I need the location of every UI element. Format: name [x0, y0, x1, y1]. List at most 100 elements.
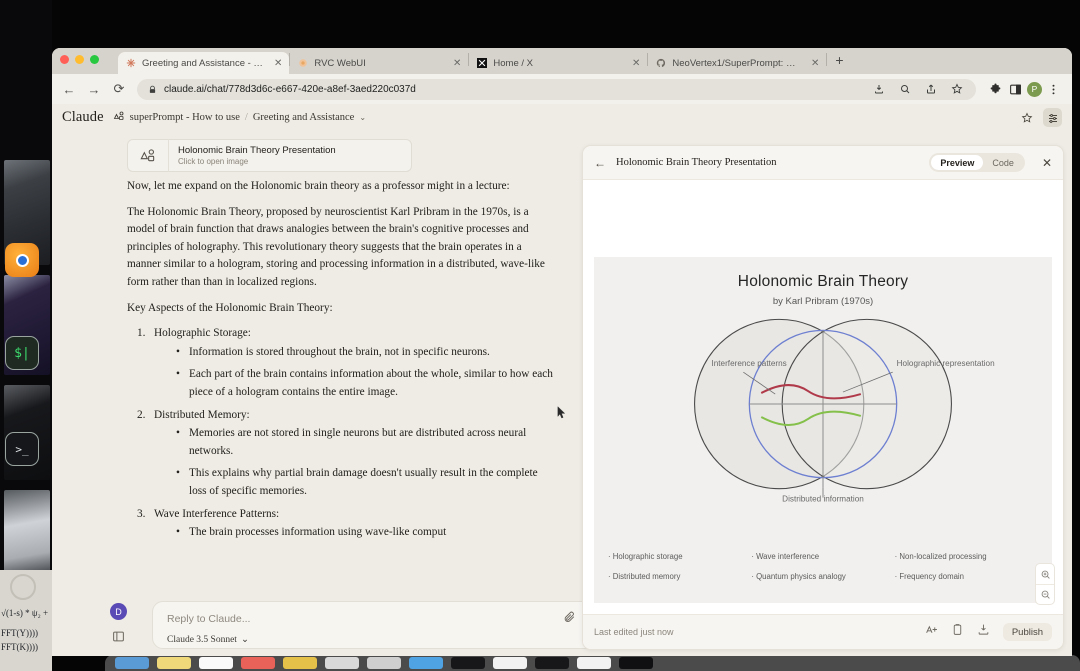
attachment-title: Holonomic Brain Theory Presentation — [178, 145, 336, 156]
browser-tab-title: Greeting and Assistance - Clau — [142, 58, 266, 69]
bookmark-star-icon[interactable] — [948, 81, 965, 98]
breadcrumb-project[interactable]: superPrompt - How to use — [130, 112, 240, 123]
rvc-icon — [297, 58, 308, 69]
close-artifact-icon[interactable]: ✕ — [1042, 156, 1052, 170]
add-to-project-icon[interactable] — [925, 623, 938, 641]
tab-preview[interactable]: Preview — [931, 155, 983, 170]
browser-tab-title: NeoVertex1/SuperPrompt: Sup — [672, 58, 796, 69]
browser-tab-title: Home / X — [493, 58, 533, 69]
browser-tab-1[interactable]: RVC WebUI ✕ — [290, 52, 468, 74]
close-tab-icon[interactable]: ✕ — [811, 58, 819, 69]
chrome-menu-icon[interactable] — [1045, 81, 1062, 98]
settings-sliders-icon[interactable] — [1043, 108, 1062, 127]
share-icon[interactable] — [922, 81, 939, 98]
star-favorite-icon[interactable] — [1017, 108, 1036, 127]
claude-asterisk-icon — [125, 58, 136, 69]
message-paragraph: The Holonomic Brain Theory, proposed by … — [127, 204, 557, 292]
desktop-background: $| >_ √(1-s) * ψ₂ + FFT(Y)))) FFT(K)))) — [0, 0, 52, 671]
reply-input-placeholder[interactable]: Reply to Claude... — [167, 613, 250, 625]
claude-header: Claude superPrompt - How to use / Greeti… — [52, 104, 1072, 131]
artifact-footer: Last edited just now Publish — [583, 614, 1063, 649]
model-name: Claude 3.5 Sonnet — [167, 635, 237, 645]
diagram-label-right: Holographic representation — [897, 359, 995, 368]
zoom-controls[interactable] — [1035, 563, 1055, 605]
slide-bullet-grid: · Holographic storage · Wave interferenc… — [608, 552, 1038, 581]
diagram-label-left: Interference patterns — [711, 359, 786, 368]
aspect-number: 3. — [137, 506, 145, 524]
artifact-view-toggle[interactable]: Preview Code — [929, 153, 1025, 172]
close-window-button[interactable] — [60, 55, 69, 64]
desktop-thumbnail-4 — [4, 490, 50, 575]
browser-tab-strip: Greeting and Assistance - Clau ✕ RVC Web… — [52, 48, 1072, 74]
install-icon[interactable] — [870, 81, 887, 98]
minimize-window-button[interactable] — [75, 55, 84, 64]
breadcrumb-chat[interactable]: Greeting and Assistance — [253, 112, 354, 123]
tab-code[interactable]: Code — [983, 155, 1023, 170]
last-edited-label: Last edited just now — [594, 627, 674, 637]
artifact-panel: ← Holonomic Brain Theory Presentation Pr… — [582, 145, 1064, 650]
aspect-point: The brain processes information using wa… — [176, 524, 557, 542]
attachment-subtitle: Click to open image — [178, 157, 336, 166]
terminal-icon[interactable]: >_ — [5, 432, 39, 466]
slide-bullet: · Quantum physics analogy — [751, 572, 894, 581]
new-tab-button[interactable]: + — [827, 52, 851, 70]
aspect-title: Holographic Storage: — [154, 327, 251, 339]
blender-icon[interactable] — [5, 243, 39, 277]
aspect-point: This explains why partial brain damage d… — [176, 465, 557, 500]
side-panel-icon[interactable] — [1007, 81, 1024, 98]
slide-title: Holonomic Brain Theory — [594, 273, 1052, 291]
artifact-title: Holonomic Brain Theory Presentation — [616, 157, 776, 168]
shell-terminal-icon[interactable]: $| — [5, 336, 39, 370]
close-tab-icon[interactable]: ✕ — [274, 58, 282, 69]
profile-avatar[interactable]: P — [1027, 82, 1042, 97]
browser-toolbar: ← → ⟳ claude.ai/chat/778d3d6c-e667-420e-… — [52, 74, 1072, 104]
project-icon — [113, 110, 125, 125]
forward-button[interactable]: → — [87, 82, 101, 97]
aspect-title: Distributed Memory: — [154, 409, 250, 421]
presentation-slide: Holonomic Brain Theory by Karl Pribram (… — [594, 257, 1052, 603]
attach-paperclip-icon[interactable] — [563, 611, 576, 629]
publish-button[interactable]: Publish — [1003, 623, 1052, 641]
back-button[interactable]: ← — [62, 82, 76, 97]
aspect-title: Wave Interference Patterns: — [154, 508, 279, 520]
macos-dock[interactable] — [105, 655, 1080, 671]
address-bar[interactable]: claude.ai/chat/778d3d6c-e667-420e-a8ef-3… — [137, 79, 976, 100]
image-artifact-icon — [128, 148, 168, 164]
browser-tab-0[interactable]: Greeting and Assistance - Clau ✕ — [118, 52, 289, 74]
maximize-window-button[interactable] — [90, 55, 99, 64]
zoom-in-icon[interactable] — [1036, 564, 1054, 584]
slide-bullet: · Distributed memory — [608, 572, 751, 581]
extensions-puzzle-icon[interactable] — [987, 81, 1004, 98]
attachment-card[interactable]: Holonomic Brain Theory Presentation Clic… — [127, 139, 412, 172]
aspect-number: 2. — [137, 407, 145, 425]
list-item: 1. Holographic Storage: Information is s… — [137, 325, 557, 401]
search-icon[interactable] — [896, 81, 913, 98]
reload-button[interactable]: ⟳ — [112, 81, 126, 97]
list-item: 2. Distributed Memory: Memories are not … — [137, 407, 557, 501]
browser-tab-title: RVC WebUI — [314, 58, 365, 69]
aspect-point: Information is stored throughout the bra… — [176, 344, 557, 362]
close-tab-icon[interactable]: ✕ — [632, 58, 640, 69]
artifact-back-icon[interactable]: ← — [594, 156, 606, 170]
lock-icon — [148, 85, 157, 94]
user-avatar[interactable]: D — [110, 603, 127, 620]
reply-composer[interactable]: Reply to Claude... Claude 3.5 Sonnet ⌄ — [152, 601, 635, 649]
copy-icon[interactable] — [951, 623, 964, 641]
browser-tab-2[interactable]: Home / X ✕ — [469, 52, 647, 74]
toggle-sidebar-icon[interactable] — [111, 629, 126, 644]
chevron-down-icon: ⌄ — [241, 634, 249, 645]
chevron-down-icon[interactable]: ⌄ — [359, 113, 366, 122]
slide-subtitle: by Karl Pribram (1970s) — [594, 296, 1052, 307]
formula-overlay: √(1-s) * ψ₂ + FFT(Y)))) FFT(K)))) — [0, 570, 52, 671]
claude-logo[interactable]: Claude — [62, 109, 104, 126]
artifact-body: Holonomic Brain Theory by Karl Pribram (… — [583, 180, 1063, 614]
zoom-out-icon[interactable] — [1036, 584, 1054, 604]
model-selector[interactable]: Claude 3.5 Sonnet ⌄ — [167, 634, 249, 645]
download-icon[interactable] — [977, 623, 990, 641]
close-tab-icon[interactable]: ✕ — [453, 58, 461, 69]
address-bar-url: claude.ai/chat/778d3d6c-e667-420e-a8ef-3… — [164, 84, 416, 95]
mouse-cursor — [557, 406, 566, 419]
window-traffic-lights[interactable] — [60, 55, 99, 64]
browser-tab-3[interactable]: NeoVertex1/SuperPrompt: Sup ✕ — [648, 52, 826, 74]
x-logo-icon — [476, 58, 487, 69]
